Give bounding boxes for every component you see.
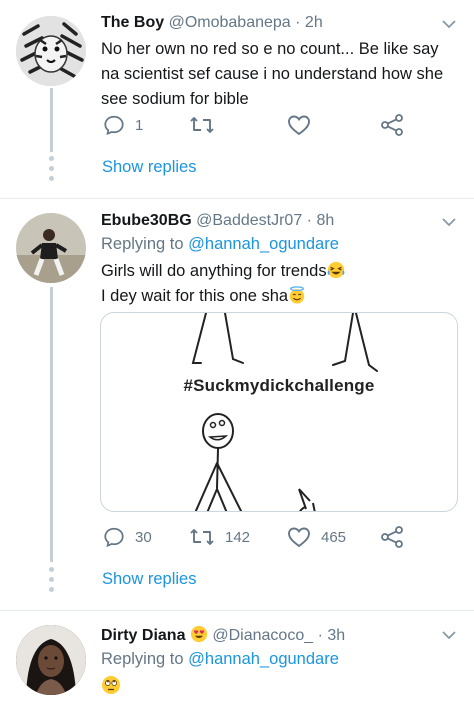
halo-smile-emoji-icon [289, 286, 305, 304]
share-icon [381, 114, 403, 136]
display-name[interactable]: Dirty Diana [101, 627, 185, 644]
replying-to-label: Replying to [101, 650, 184, 668]
thread-line [50, 88, 53, 152]
reply-button[interactable]: 30 [103, 526, 152, 548]
tweet-text [101, 675, 121, 700]
tweet-ebube30bg[interactable]: Ebube30BG @BaddestJr07 · 8h Replying to … [0, 199, 474, 610]
woman-avatar-image [16, 625, 86, 695]
mention-link[interactable]: @hannah_ogundare [188, 650, 339, 668]
thread-dot [49, 567, 54, 572]
avatar[interactable] [16, 213, 86, 283]
thread-dot [49, 577, 54, 582]
retweet-button[interactable] [189, 114, 225, 136]
replying-to: Replying to @hannah_ogundare [101, 235, 339, 254]
tweet-text: No her own no red so e no count... Be li… [101, 40, 444, 108]
username[interactable]: @Omobabanepa [169, 14, 291, 31]
tweet-header: The Boy @Omobabanepa · 2h [101, 14, 323, 32]
retweet-button[interactable]: 142 [189, 526, 250, 548]
chevron-down-icon[interactable] [442, 215, 456, 229]
mention-link[interactable]: @hannah_ogundare [188, 235, 339, 253]
tweet-text-line1: Girls will do anything for trends [101, 262, 327, 280]
timestamp[interactable]: · 3h [318, 627, 346, 644]
eye-roll-emoji-icon [102, 676, 120, 694]
share-button[interactable] [380, 114, 404, 136]
person-avatar-image [16, 213, 86, 283]
media-caption: #Suckmydickchallenge [183, 376, 375, 395]
display-name[interactable]: The Boy [101, 14, 164, 31]
tweet-dirty-diana[interactable]: Dirty Diana @Dianacoco_ · 3h Replying to… [0, 611, 474, 707]
share-button[interactable] [380, 526, 404, 548]
like-button[interactable]: 465 [287, 526, 346, 548]
retweet-count: 142 [225, 528, 251, 546]
show-replies-link[interactable]: Show replies [102, 158, 196, 177]
username[interactable]: @Dianacoco_ [212, 627, 313, 644]
retweet-icon [190, 117, 214, 133]
show-replies-link[interactable]: Show replies [102, 570, 196, 589]
chevron-down-icon[interactable] [442, 17, 456, 31]
like-button[interactable] [287, 114, 321, 136]
reply-icon [104, 527, 124, 548]
replying-to-label: Replying to [101, 235, 184, 253]
tweet-actions: 1 [101, 114, 421, 144]
avatar[interactable] [16, 625, 86, 695]
tweet-the-boy[interactable]: The Boy @Omobabanepa · 2h No her own no … [0, 0, 474, 198]
tweet-text-line: I dey wait for this one sha [101, 284, 461, 309]
tweet-header: Ebube30BG @BaddestJr07 · 8h [101, 212, 334, 230]
retweet-icon [190, 529, 214, 545]
username[interactable]: @BaddestJr07 [196, 212, 302, 229]
like-count: 465 [321, 528, 347, 546]
reply-button[interactable]: 1 [103, 114, 143, 136]
media-image[interactable]: #Suckmydickchallenge [100, 312, 458, 512]
reply-count: 30 [135, 528, 152, 546]
avatar[interactable] [16, 16, 86, 86]
laughing-emoji-icon [327, 261, 344, 279]
timestamp[interactable]: · 8h [307, 212, 335, 229]
reply-icon [104, 115, 124, 136]
heart-icon [288, 527, 310, 548]
tweet-text-line2: I dey wait for this one sha [101, 287, 289, 305]
tweet-header: Dirty Diana @Dianacoco_ · 3h [101, 625, 345, 645]
share-icon [381, 526, 403, 548]
thread-line [50, 287, 53, 562]
display-name[interactable]: Ebube30BG [101, 212, 192, 229]
tweet-text-line: Girls will do anything for trends [101, 259, 461, 284]
thread-dot [49, 166, 54, 171]
thread-dot [49, 156, 54, 161]
heart-eyes-emoji-icon [190, 625, 208, 643]
timestamp[interactable]: · 2h [295, 14, 323, 31]
tweet-actions: 30 142 465 [101, 526, 421, 556]
heart-icon [288, 115, 310, 136]
thread-dot [49, 176, 54, 181]
reply-count: 1 [135, 116, 144, 134]
chevron-down-icon[interactable] [442, 628, 456, 642]
stick-figure-drawing [191, 313, 378, 511]
tweet-text: Girls will do anything for trends I dey … [101, 259, 461, 309]
thread-dot [49, 587, 54, 592]
tiger-avatar-image [16, 16, 86, 86]
replying-to: Replying to @hannah_ogundare [101, 650, 339, 669]
